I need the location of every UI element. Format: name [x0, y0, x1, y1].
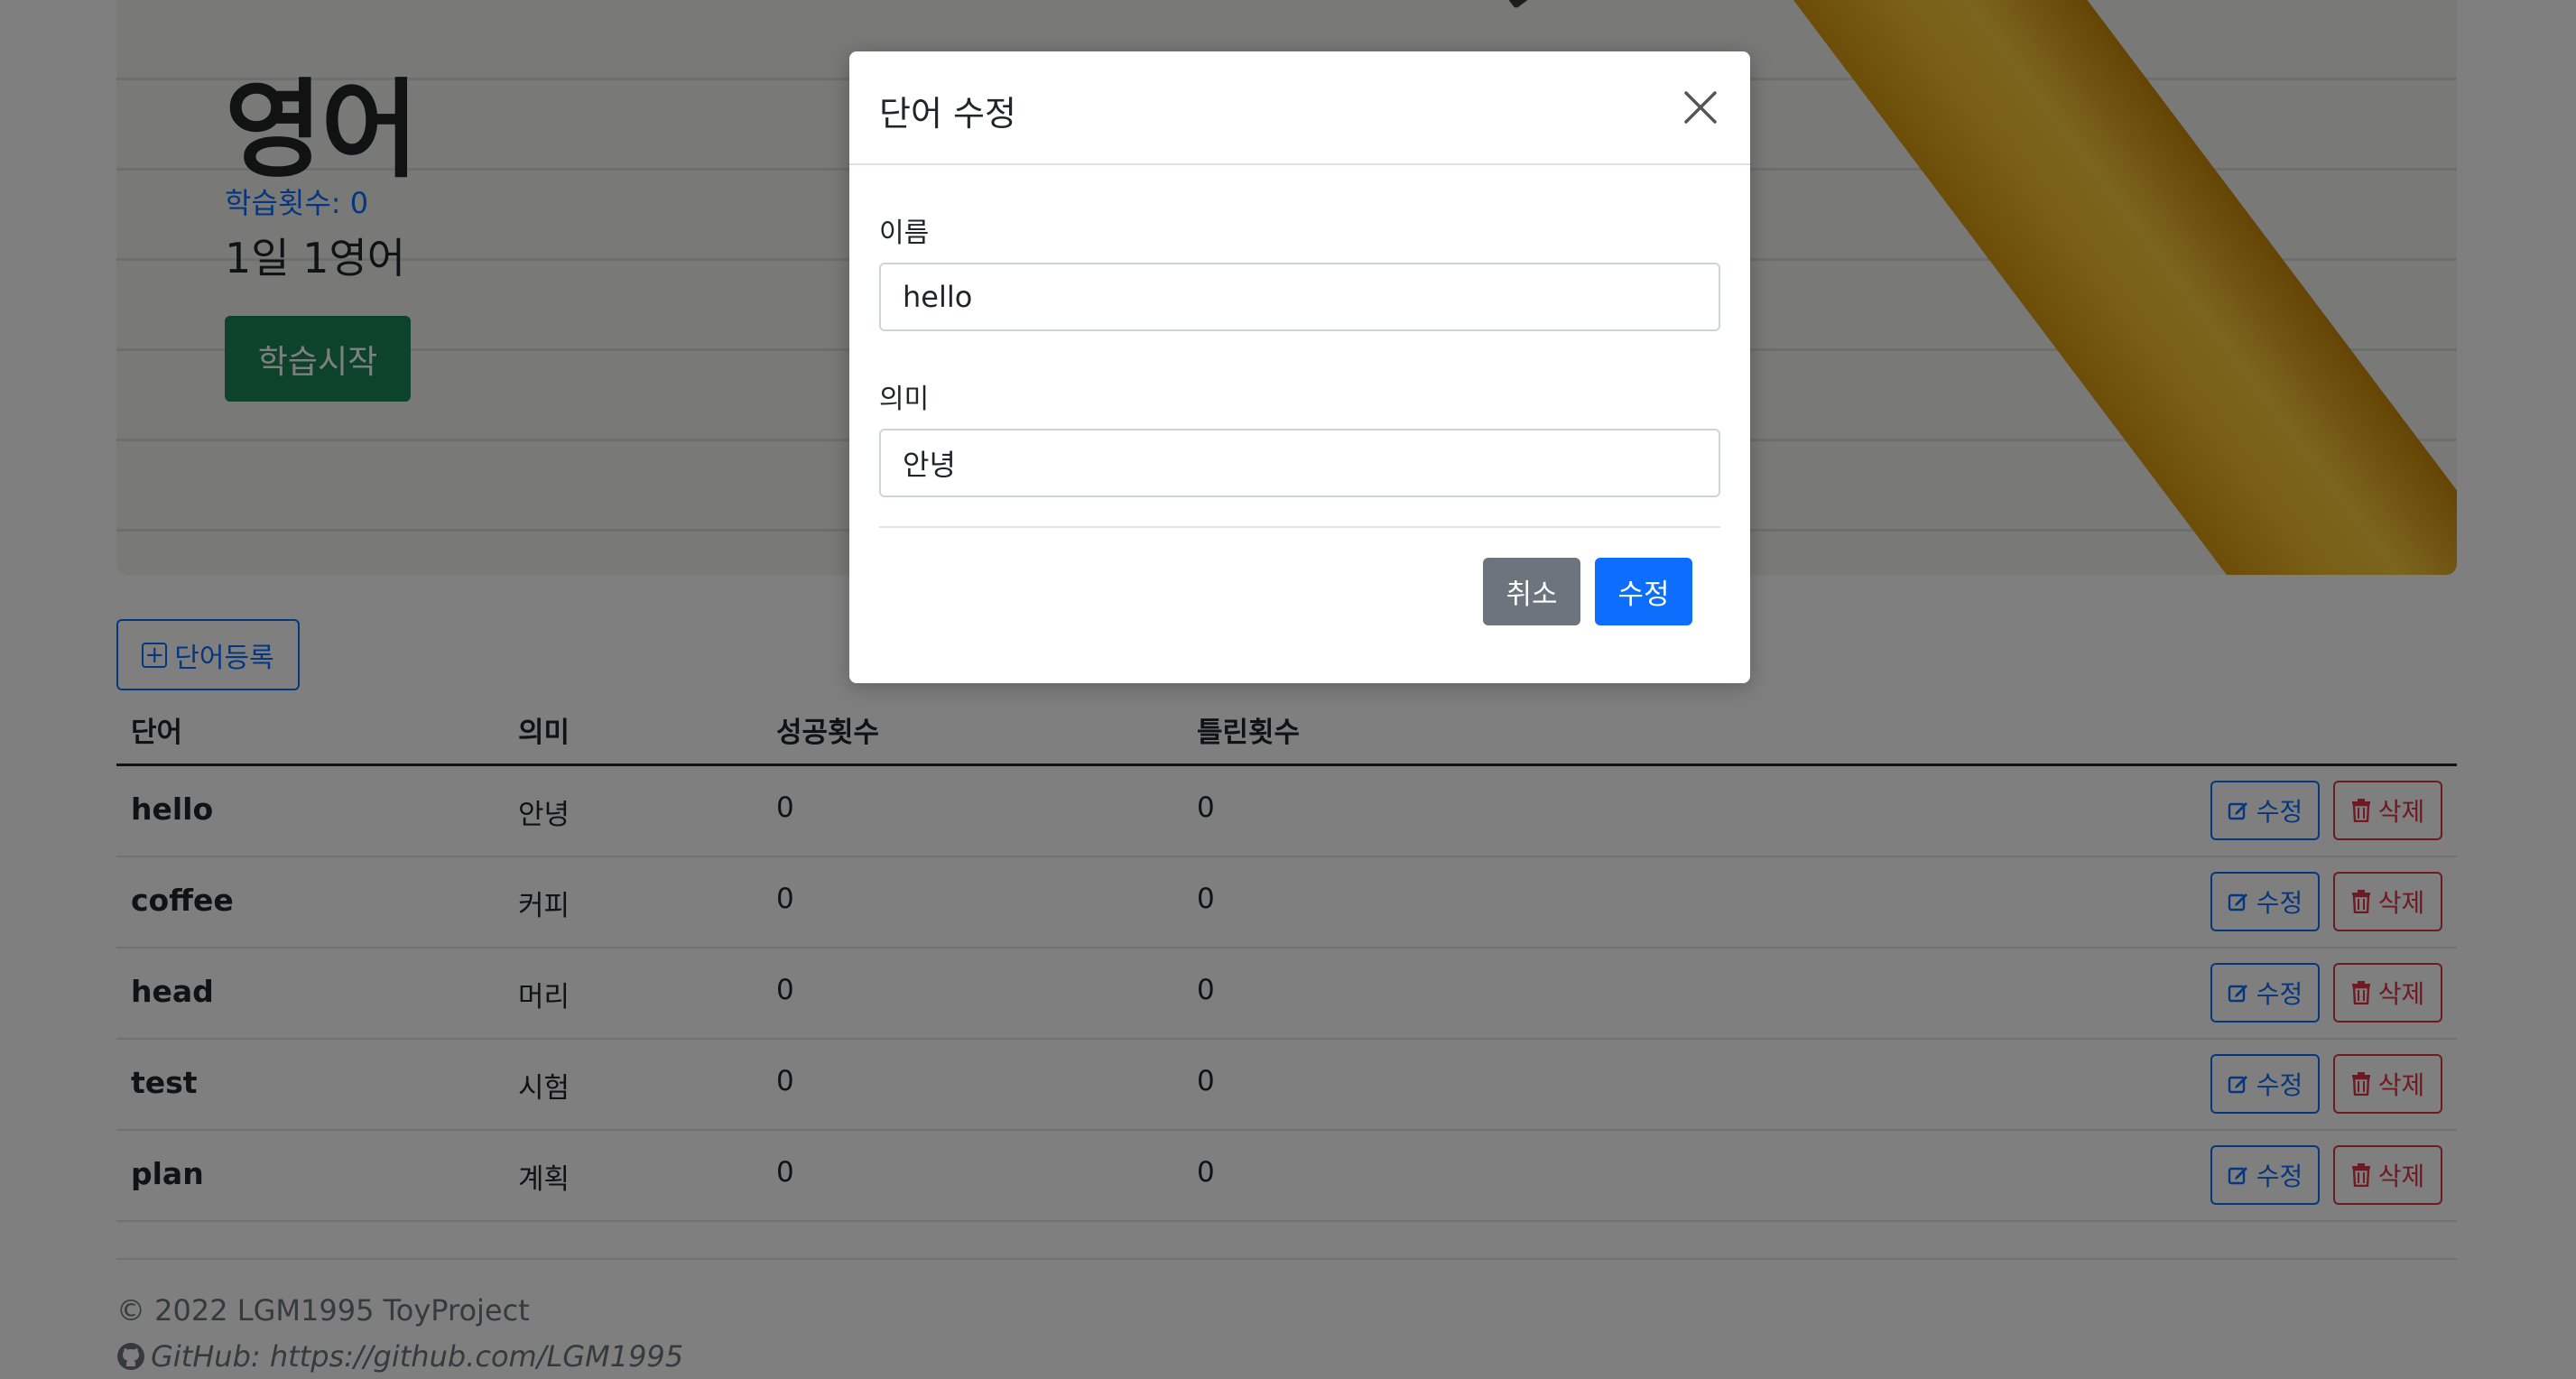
close-button[interactable]	[1681, 88, 1720, 127]
name-input[interactable]	[879, 263, 1720, 331]
name-label: 이름	[879, 217, 930, 249]
modal-header: 단어 수정	[849, 51, 1750, 165]
close-icon	[1684, 91, 1717, 124]
meaning-label: 의미	[879, 384, 930, 415]
submit-edit-button[interactable]: 수정	[1595, 558, 1692, 625]
cancel-button[interactable]: 취소	[1483, 558, 1580, 625]
meaning-input[interactable]	[879, 429, 1720, 497]
modal-divider	[879, 526, 1720, 528]
edit-word-modal: 단어 수정 이름 의미 취소 수정	[849, 51, 1750, 683]
modal-title: 단어 수정	[879, 94, 1016, 134]
